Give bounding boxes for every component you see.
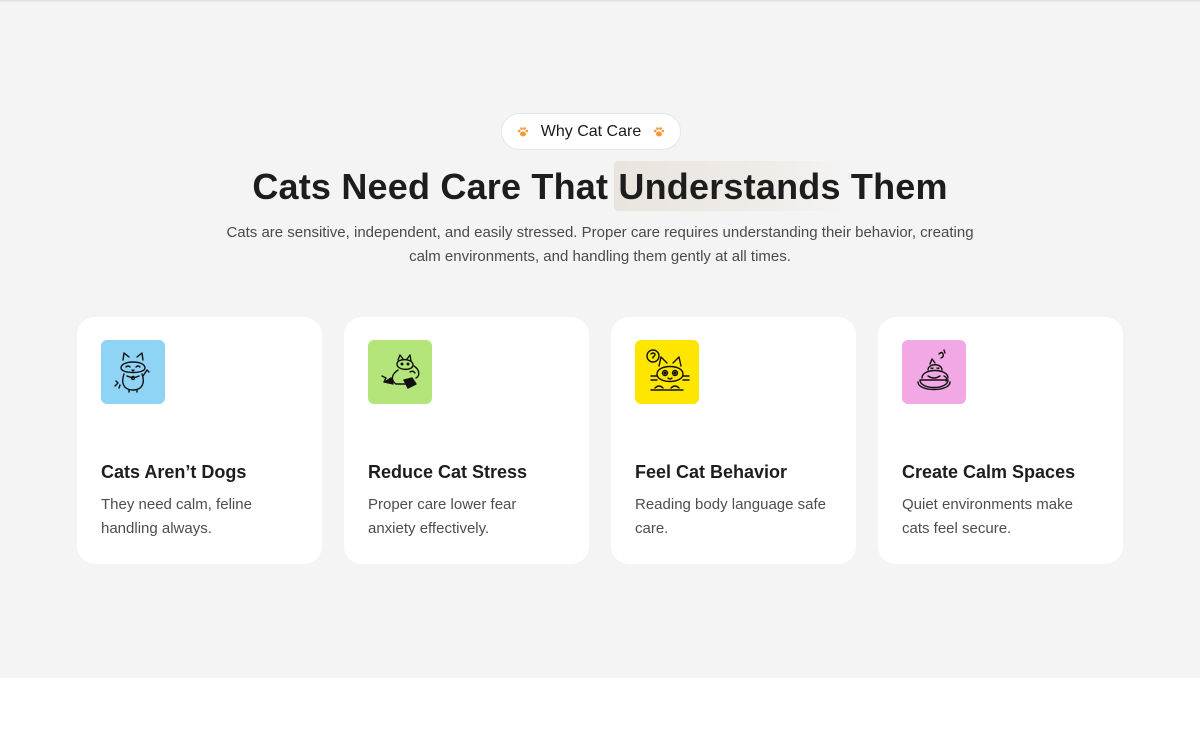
paw-icon [517,126,528,136]
card-description: Reading body language safe care. [635,496,826,537]
header-shadow [0,0,1200,3]
feature-card-reduce-cat-stress: Reduce Cat Stress Proper care lower fear… [344,317,589,564]
section-subtitle: Cats are sensitive, independent, and eas… [226,224,974,265]
curious-cat-icon [646,349,690,391]
card-icon-box [368,340,432,404]
card-title: Feel Cat Behavior [635,462,788,482]
card-description: Quiet environments make cats feel secure… [902,496,1073,537]
feature-card-cats-arent-dogs: Cats Aren’t Dogs They need calm, feline … [77,317,322,564]
feature-card-feel-cat-behavior: Feel Cat Behavior Reading body language … [611,317,856,564]
badge-label: Why Cat Care [540,122,642,140]
sleeping-cat-icon [917,349,951,391]
playful-cat-icon [381,354,420,389]
headline-after: Them [840,166,948,207]
headline-before: Cats Need Care That [252,166,619,207]
why-cat-care-section: Why Cat Care Cats Need Care That Underst… [0,0,1200,678]
card-title: Reduce Cat Stress [368,462,528,482]
card-icon-box [635,340,699,404]
lucky-cat-icon [114,352,150,393]
card-description: Proper care lower fear anxiety effective… [368,496,517,537]
card-icon-box [902,340,966,404]
paw-icon [654,126,665,136]
card-title: Cats Aren’t Dogs [101,462,247,482]
section-badge: Why Cat Care [501,113,681,150]
card-icon-box [101,340,165,404]
feature-card-create-calm-spaces: Create Calm Spaces Quiet environments ma… [878,317,1123,564]
page-title: Cats Need Care That Understands Them [0,161,1200,212]
card-title: Create Calm Spaces [902,462,1076,482]
headline-highlight: Understands [614,161,847,212]
card-description: They need calm, feline handling always. [101,496,252,537]
